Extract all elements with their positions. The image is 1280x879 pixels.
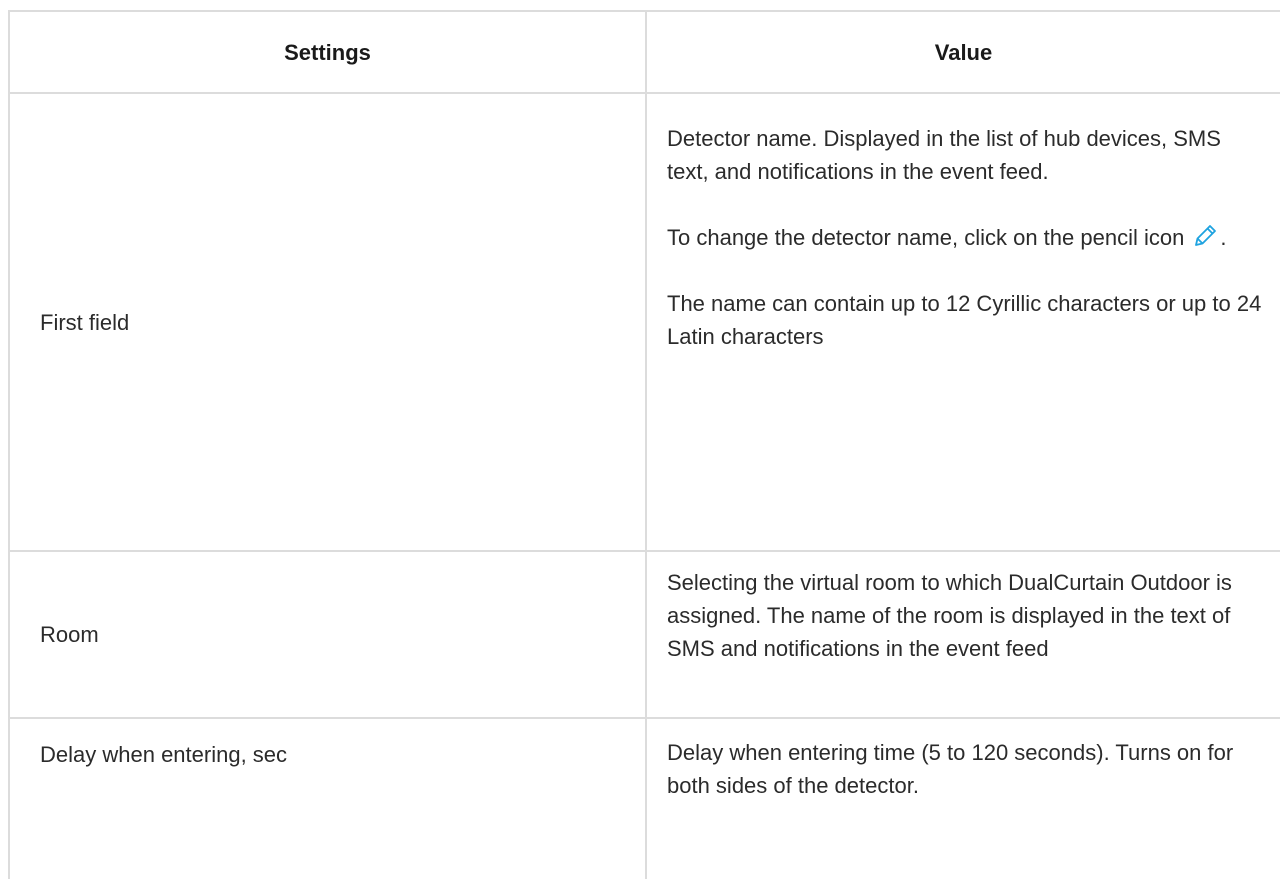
setting-name: Room [10,552,647,717]
table-row: Delay when entering, sec Delay when ente… [10,719,1280,879]
table-header-row: Settings Value [10,12,1280,94]
setting-value: Delay when entering time (5 to 120 secon… [647,719,1280,879]
value-text: . [1220,225,1227,250]
table-row: Room Selecting the virtual room to which… [10,552,1280,719]
value-text: To change the detector name, click on th… [667,225,1185,250]
setting-value: Detector name. Displayed in the list of … [647,94,1280,550]
pencil-icon [1195,225,1217,246]
value-paragraph: Selecting the virtual room to which Dual… [667,570,1232,661]
value-paragraph: Detector name. Displayed in the list of … [667,126,1221,184]
table-row: First field Detector name. Displayed in … [10,94,1280,552]
setting-name: First field [10,94,647,550]
value-paragraph: The name can contain up to 12 Cyrillic c… [667,291,1262,349]
value-paragraph: Delay when entering time (5 to 120 secon… [667,740,1234,798]
settings-table: Settings Value First field Detector name… [8,10,1280,879]
header-settings: Settings [10,12,647,92]
setting-name: Delay when entering, sec [10,719,647,879]
setting-value: Selecting the virtual room to which Dual… [647,552,1280,717]
header-value: Value [934,39,993,65]
value-paragraph: To change the detector name, click on th… [667,221,1267,254]
